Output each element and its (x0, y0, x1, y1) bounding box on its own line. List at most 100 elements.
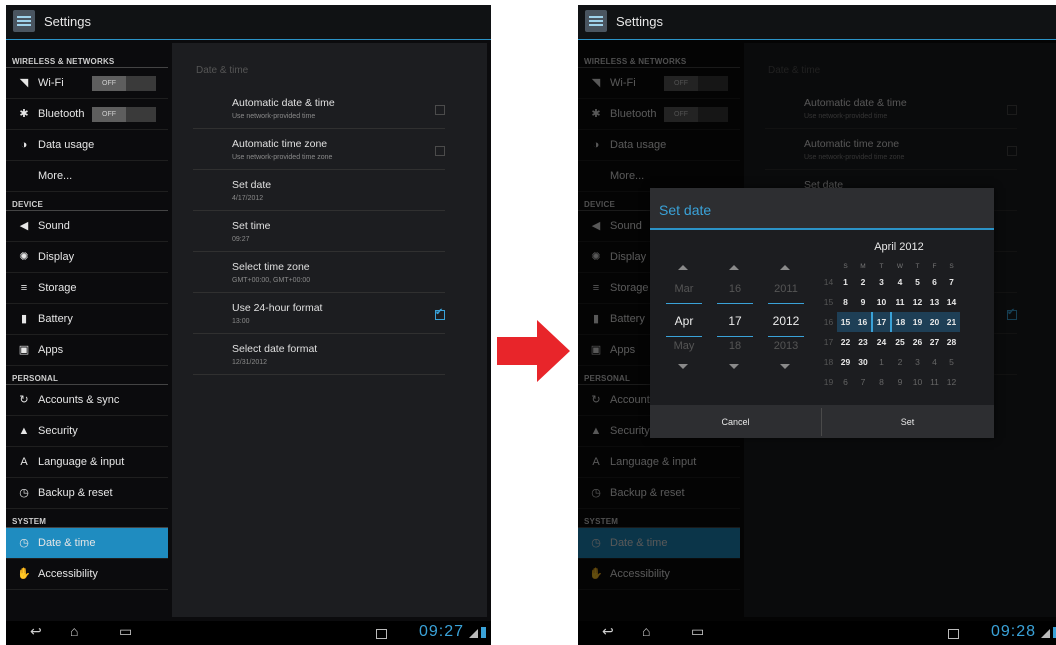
calendar-day[interactable]: 18 (891, 312, 909, 332)
calendar-day[interactable]: 24 (872, 332, 891, 352)
calendar-day[interactable]: 1 (837, 272, 854, 292)
sidebar-item-bluetooth[interactable]: ✱ Bluetooth OFF (6, 99, 168, 130)
sidebar-item-date-time[interactable]: ◷ Date & time (6, 528, 168, 559)
sidebar-item-security[interactable]: ▲ Security (6, 416, 168, 447)
spinner-down-icon[interactable] (729, 364, 739, 369)
calendar-day[interactable]: 23 (854, 332, 872, 352)
sidebar-item-apps[interactable]: ▣ Apps (6, 335, 168, 366)
calendar-day[interactable]: 2 (891, 352, 909, 372)
sidebar-item-more[interactable]: More... (6, 161, 168, 192)
spinner-next-value[interactable]: May (658, 340, 710, 352)
spinner-prev-value[interactable]: 16 (709, 283, 761, 295)
calendar-day[interactable]: 14 (943, 292, 960, 312)
calendar-day[interactable]: 3 (909, 352, 926, 372)
calendar-day[interactable]: 13 (926, 292, 943, 312)
calendar-day[interactable]: 4 (891, 272, 909, 292)
calendar-day[interactable]: 25 (891, 332, 909, 352)
settings-app-icon[interactable] (13, 10, 35, 32)
date-time-panel: Date & time Automatic date & time Use net… (172, 43, 487, 617)
sidebar-item-backup-reset[interactable]: ◷ Backup & reset (6, 478, 168, 509)
calendar-day[interactable]: 12 (943, 372, 960, 392)
sidebar-item-sound[interactable]: ◀ Sound (6, 211, 168, 242)
calendar-day[interactable]: 3 (872, 272, 891, 292)
back-icon[interactable]: ↩ (30, 623, 42, 640)
setting-automatic-time-zone[interactable]: Automatic time zone Use network-provided … (193, 129, 445, 170)
calendar-day[interactable]: 4 (926, 352, 943, 372)
setting-select-time-zone[interactable]: Select time zone GMT+00:00, GMT+00:00 (193, 252, 445, 293)
year-spinner[interactable]: 2011 2012 2013 (760, 230, 812, 405)
calendar-day[interactable]: 7 (854, 372, 872, 392)
bluetooth-toggle[interactable]: OFF (92, 107, 156, 122)
spinner-next-value[interactable]: 2013 (760, 340, 812, 352)
calendar-day[interactable]: 9 (891, 372, 909, 392)
use-24-hour-format-checkbox[interactable] (435, 307, 445, 320)
setting-set-date[interactable]: Set date 4/17/2012 (193, 170, 445, 211)
sidebar-item-language-input[interactable]: A Language & input (6, 447, 168, 478)
calendar-day[interactable]: 9 (854, 292, 872, 312)
calendar-day[interactable]: 22 (837, 332, 854, 352)
settings-app-icon[interactable] (585, 10, 607, 32)
calendar-day[interactable]: 26 (909, 332, 926, 352)
sidebar-item-storage[interactable]: ≡ Storage (6, 273, 168, 304)
calendar-day[interactable]: 11 (891, 292, 909, 312)
calendar-day[interactable]: 15 (837, 312, 854, 332)
calendar-day[interactable]: 5 (909, 272, 926, 292)
home-icon[interactable]: ⌂ (70, 623, 78, 639)
spinner-down-icon[interactable] (678, 364, 688, 369)
recent-apps-icon[interactable]: ▭ (119, 623, 132, 640)
setting-automatic-date-time[interactable]: Automatic date & time Use network-provide… (193, 88, 445, 129)
automatic-time-zone-checkbox[interactable] (435, 146, 445, 156)
recent-apps-icon[interactable]: ▭ (691, 623, 704, 640)
calendar-day[interactable]: 8 (872, 372, 891, 392)
calendar-day[interactable]: 10 (909, 372, 926, 392)
calendar-day[interactable]: 27 (926, 332, 943, 352)
calendar-day[interactable]: 19 (909, 312, 926, 332)
spinner-current-value[interactable]: 2012 (760, 314, 812, 328)
spinner-current-value[interactable]: 17 (709, 314, 761, 328)
gallery-notification-icon[interactable] (948, 629, 959, 639)
calendar-day[interactable]: 16 (854, 312, 872, 332)
back-icon[interactable]: ↩ (602, 623, 614, 640)
calendar-day[interactable]: 6 (837, 372, 854, 392)
calendar-day[interactable]: 17 (871, 312, 892, 332)
setting-select-date-format[interactable]: Select date format 12/31/2012 (193, 334, 445, 375)
calendar-day[interactable]: 8 (837, 292, 854, 312)
calendar-day[interactable]: 5 (943, 352, 960, 372)
spinner-up-icon[interactable] (678, 265, 688, 270)
day-spinner[interactable]: 16 17 18 (709, 230, 761, 405)
sidebar-item-wi-fi[interactable]: ◥ Wi-Fi OFF (6, 68, 168, 99)
calendar-day[interactable]: 28 (943, 332, 960, 352)
automatic-date-time-checkbox[interactable] (435, 105, 445, 115)
calendar-day[interactable]: 6 (926, 272, 943, 292)
cancel-button[interactable]: Cancel (650, 406, 821, 438)
calendar-day[interactable]: 12 (909, 292, 926, 312)
calendar-day[interactable]: 20 (926, 312, 943, 332)
spinner-prev-value[interactable]: Mar (658, 283, 710, 295)
spinner-next-value[interactable]: 18 (709, 340, 761, 352)
sidebar-item-accessibility[interactable]: ✋ Accessibility (6, 559, 168, 590)
spinner-current-value[interactable]: Apr (658, 314, 710, 328)
sidebar-item-data-usage[interactable]: ◑ Data usage (6, 130, 168, 161)
home-icon[interactable]: ⌂ (642, 623, 650, 639)
calendar-day[interactable]: 11 (926, 372, 943, 392)
calendar-day[interactable]: 30 (854, 352, 872, 372)
spinner-up-icon[interactable] (780, 265, 790, 270)
set-button[interactable]: Set (822, 406, 993, 438)
calendar-day[interactable]: 7 (943, 272, 960, 292)
sidebar-item-battery[interactable]: ▮ Battery (6, 304, 168, 335)
setting-set-time[interactable]: Set time 09:27 (193, 211, 445, 252)
gallery-notification-icon[interactable] (376, 629, 387, 639)
sidebar-item-accounts-sync[interactable]: ↻ Accounts & sync (6, 385, 168, 416)
month-spinner[interactable]: Mar Apr May (658, 230, 710, 405)
calendar-day[interactable]: 29 (837, 352, 854, 372)
calendar-day[interactable]: 2 (854, 272, 872, 292)
spinner-down-icon[interactable] (780, 364, 790, 369)
calendar-day[interactable]: 21 (943, 312, 960, 332)
wi-fi-toggle[interactable]: OFF (92, 76, 156, 91)
sidebar-item-display[interactable]: ✺ Display (6, 242, 168, 273)
spinner-up-icon[interactable] (729, 265, 739, 270)
calendar-day[interactable]: 10 (872, 292, 891, 312)
calendar-day[interactable]: 1 (872, 352, 891, 372)
spinner-prev-value[interactable]: 2011 (760, 283, 812, 295)
setting-use-24-hour-format[interactable]: Use 24-hour format 13:00 (193, 293, 445, 334)
